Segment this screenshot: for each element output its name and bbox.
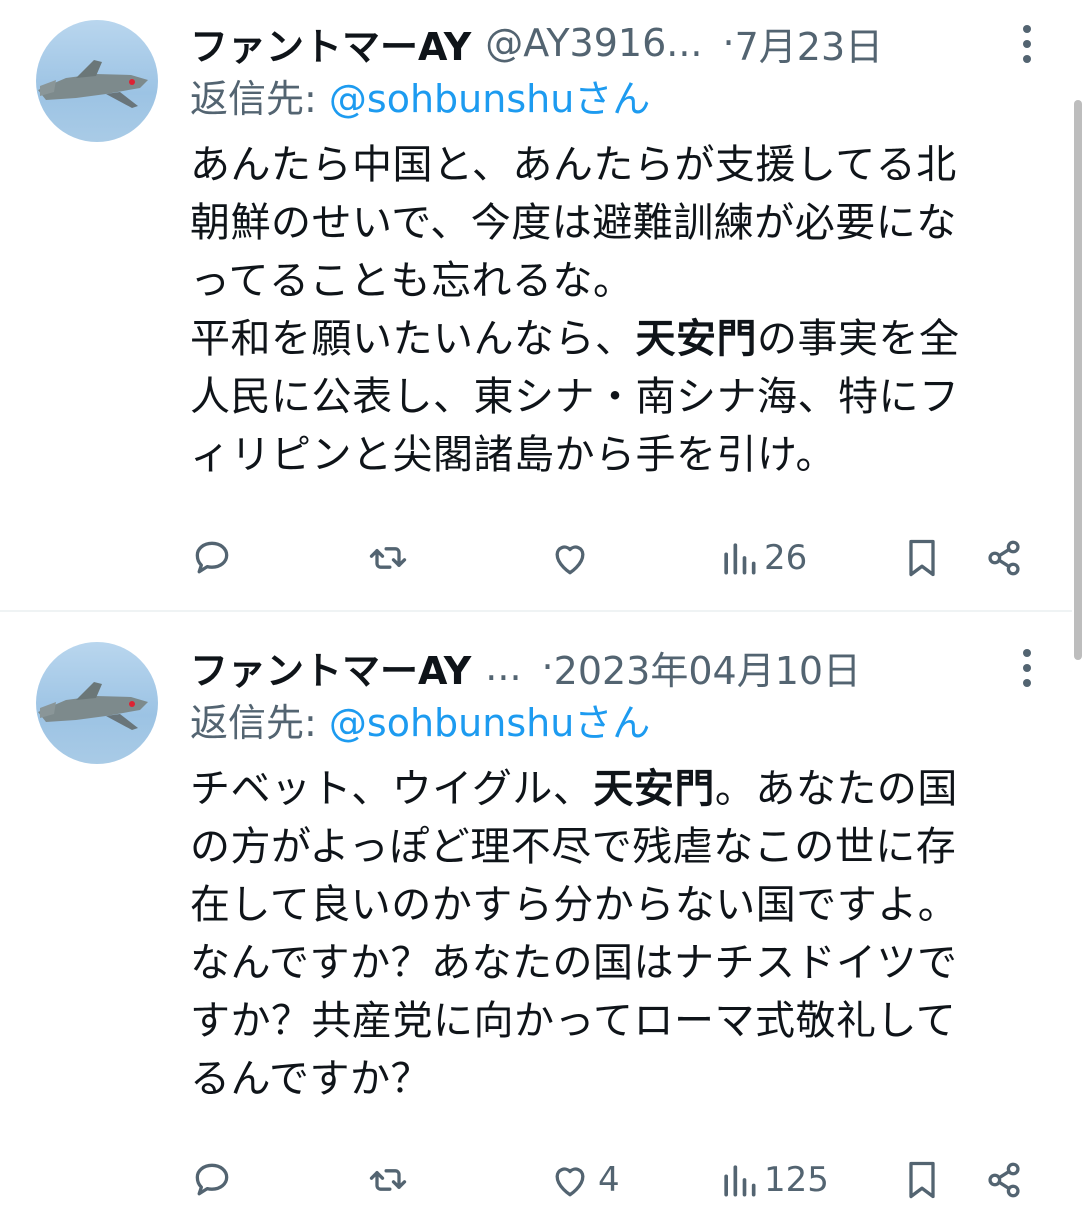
more-vertical-icon[interactable] xyxy=(1012,22,1042,66)
reply-prefix: 返信先: xyxy=(190,77,317,121)
speech-bubble-icon xyxy=(195,541,229,574)
bookmark-icon xyxy=(909,539,935,577)
text-line: なんですか？あなたの国はナチスドイツで xyxy=(190,940,958,986)
more-vertical-icon[interactable] xyxy=(1012,646,1042,690)
bold-keyword: 天安門 xyxy=(635,316,757,362)
text-line: 在して良いのかすら分からない国ですよ。 xyxy=(190,882,959,928)
text-line: あんたら中国と、あんたらが支援してる北 xyxy=(190,142,957,188)
avatar[interactable] xyxy=(36,642,158,764)
retweet-button[interactable] xyxy=(366,528,410,588)
reply-suffix: さん xyxy=(574,701,651,745)
share-button[interactable] xyxy=(982,1150,1026,1210)
text-line: すか？共産党に向かってローマ式敬礼して xyxy=(190,998,957,1044)
separator-dot: · xyxy=(541,645,554,689)
bar-chart-icon xyxy=(724,543,756,575)
tweet-text: あんたら中国と、あんたらが支援してる北 朝鮮のせいで、今度は避難訓練が必要にな … xyxy=(190,136,1050,484)
bookmark-icon xyxy=(909,1161,935,1199)
retweet-button[interactable] xyxy=(366,1150,410,1210)
display-name[interactable]: ファントマーAY xyxy=(190,16,471,71)
user-handle[interactable]: @AY3916... xyxy=(485,21,702,65)
reply-button[interactable] xyxy=(190,528,234,588)
tweet-header: ファントマーAY @AY3916... · 7月23日 xyxy=(190,16,1042,70)
tweet-text: チベット、ウイグル、天安門。あなたの国 の方がよっぽど理不尽で残虐なこの世に存 … xyxy=(190,760,1050,1108)
text-segment: 。あなたの国 xyxy=(714,766,958,812)
user-handle[interactable]: ... xyxy=(485,645,521,689)
view-count: 125 xyxy=(764,1160,829,1200)
retweet-icon xyxy=(369,547,407,569)
like-count: 4 xyxy=(598,1160,620,1200)
reply-mention-link[interactable]: @sohbunshu xyxy=(329,701,574,745)
tweet-actions: 4 125 xyxy=(190,1150,1040,1210)
views-button[interactable]: 125 xyxy=(720,1150,829,1210)
scrollbar-thumb[interactable] xyxy=(1074,100,1082,660)
heart-icon xyxy=(555,545,585,575)
text-segment: の事実を全 xyxy=(757,316,960,362)
jet-avatar-image xyxy=(38,60,148,108)
bookmark-button[interactable] xyxy=(900,528,944,588)
reply-prefix: 返信先: xyxy=(190,701,317,745)
separator-dot: · xyxy=(722,21,735,65)
reply-suffix: さん xyxy=(574,77,651,121)
share-button[interactable] xyxy=(982,528,1026,588)
reply-to: 返信先: @sohbunshuさん xyxy=(190,70,1042,128)
text-line: 人民に公表し、東シナ・南シナ海、特にフ xyxy=(190,374,960,420)
tweet-date[interactable]: 2023年04月10日 xyxy=(554,640,861,695)
avatar[interactable] xyxy=(36,20,158,142)
like-button[interactable] xyxy=(548,528,598,588)
reply-to: 返信先: @sohbunshuさん xyxy=(190,694,1042,752)
reply-mention-link[interactable]: @sohbunshu xyxy=(329,77,574,121)
heart-icon xyxy=(555,1167,585,1197)
tweet[interactable]: ファントマーAY ... · 2023年04月10日 返信先: @sohbuns… xyxy=(0,612,1072,1210)
views-button[interactable]: 26 xyxy=(720,528,807,588)
share-icon xyxy=(988,540,1020,576)
view-count: 26 xyxy=(764,538,808,578)
speech-bubble-icon xyxy=(195,1163,229,1196)
tweet-header: ファントマーAY ... · 2023年04月10日 xyxy=(190,640,1042,694)
tweet-actions: 26 xyxy=(190,528,1040,588)
bookmark-button[interactable] xyxy=(900,1150,944,1210)
text-line: るんですか？ xyxy=(190,1056,431,1102)
text-line: ィリピンと尖閣諸島から手を引け。 xyxy=(190,432,836,478)
display-name[interactable]: ファントマーAY xyxy=(190,640,471,695)
share-icon xyxy=(988,1162,1020,1198)
tweet-date[interactable]: 7月23日 xyxy=(735,16,884,71)
reply-button[interactable] xyxy=(190,1150,234,1210)
text-line: チベット、ウイグル、天安門。あなたの国 xyxy=(190,760,1050,818)
text-segment: 平和を願いたいんなら、 xyxy=(190,316,636,362)
text-segment: チベット、ウイグル、 xyxy=(190,766,594,812)
tweet[interactable]: ファントマーAY @AY3916... · 7月23日 返信先: @sohbun… xyxy=(0,0,1072,610)
jet-avatar-image xyxy=(38,682,148,730)
text-line: ってることも忘れるな。 xyxy=(190,258,634,304)
like-button[interactable]: 4 xyxy=(548,1150,620,1210)
bar-chart-icon xyxy=(724,1165,756,1197)
scrollbar[interactable] xyxy=(1072,0,1085,1210)
text-line: の方がよっぽど理不尽で残虐なこの世に存 xyxy=(190,824,957,870)
bold-keyword: 天安門 xyxy=(593,766,715,812)
retweet-icon xyxy=(369,1169,407,1191)
text-line: 平和を願いたいんなら、天安門の事実を全 xyxy=(190,310,1050,368)
text-line: 朝鮮のせいで、今度は避難訓練が必要にな xyxy=(190,200,957,246)
